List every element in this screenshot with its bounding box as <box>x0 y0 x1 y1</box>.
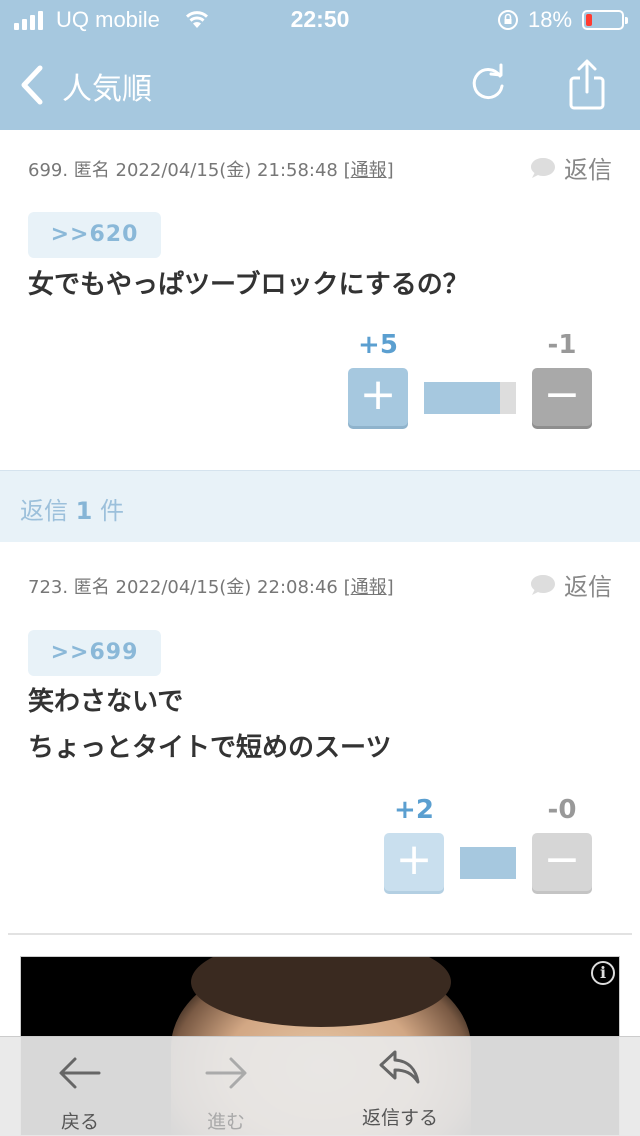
anchor-link[interactable]: >>699 <box>28 630 161 676</box>
comment-line: ちょっとタイトで短めのスーツ <box>28 733 392 763</box>
divider <box>8 933 632 935</box>
nav-bar: 人気順 <box>0 40 640 130</box>
report-link[interactable]: 通報 <box>351 577 387 598</box>
plus-count: +5 <box>358 330 398 360</box>
arrow-right-icon <box>205 1057 247 1089</box>
vote-ratio-fill <box>460 847 516 879</box>
comment-body: 女でもやっぱツーブロックにするの？ <box>28 262 469 308</box>
comment-meta: 699. 匿名 2022/04/15(金) 21:58:48 [通報] <box>28 160 394 181</box>
replies-toggle[interactable]: 返信 1 件 <box>0 470 640 542</box>
chevron-left-icon[interactable] <box>14 62 54 108</box>
comment-meta: 723. 匿名 2022/04/15(金) 22:08:46 [通報] <box>28 577 394 598</box>
comment-699: 699. 匿名 2022/04/15(金) 21:58:48 [通報] 返信 >… <box>0 130 640 470</box>
minus-count: -1 <box>547 330 577 360</box>
plus-vote-button[interactable]: + <box>348 368 408 426</box>
reply-button[interactable]: 返信 <box>530 150 612 185</box>
back-label: 戻る <box>60 1111 99 1133</box>
reply-arrow-icon <box>379 1050 420 1084</box>
vote-ratio-bar <box>424 382 516 414</box>
bottom-toolbar: 戻る 進む 返信する <box>0 1036 640 1136</box>
report-link[interactable]: 通報 <box>351 160 387 181</box>
ad-info-icon[interactable]: i <box>591 961 615 985</box>
reply-action-button[interactable]: 返信する <box>330 1037 470 1136</box>
plus-count: +2 <box>394 795 434 825</box>
comment-line: 女でもやっぱツーブロックにするの？ <box>28 270 469 300</box>
plus-vote-button[interactable]: + <box>384 833 444 891</box>
minus-vote-button[interactable]: − <box>532 833 592 891</box>
page-title: 人気順 <box>62 72 152 107</box>
rotation-lock-icon <box>498 10 518 30</box>
vote-ratio-fill <box>424 382 501 414</box>
comment-body: 笑わさないで ちょっとタイトで短めのスーツ <box>28 679 391 771</box>
forward-label: 進む <box>206 1111 245 1133</box>
battery-icon <box>582 10 628 30</box>
arrow-left-icon <box>59 1057 101 1089</box>
minus-count: -0 <box>547 795 577 825</box>
status-bar: UQ mobile 22:50 18% <box>0 0 640 40</box>
comment-line: 笑わさないで <box>28 687 184 717</box>
replies-count: 1 <box>75 497 93 525</box>
battery-percent: 18% <box>528 7 573 32</box>
back-button[interactable]: 戻る <box>20 1037 140 1136</box>
reply-label: 返信 <box>564 156 612 184</box>
reload-icon[interactable] <box>466 62 510 106</box>
vote-ratio-bar <box>460 847 516 879</box>
speech-bubble-icon <box>531 157 555 178</box>
reply-button[interactable]: 返信 <box>530 567 612 602</box>
anchor-link[interactable]: >>620 <box>28 212 161 258</box>
comment-723: 723. 匿名 2022/04/15(金) 22:08:46 [通報] 返信 >… <box>0 543 640 933</box>
reply-action-label: 返信する <box>361 1107 438 1129</box>
forward-button[interactable]: 進む <box>166 1037 286 1136</box>
replies-label: 返信 1 件 <box>20 497 124 525</box>
reply-label: 返信 <box>564 573 612 601</box>
speech-bubble-icon <box>531 574 555 595</box>
minus-vote-button[interactable]: − <box>532 368 592 426</box>
share-icon[interactable] <box>564 58 610 110</box>
